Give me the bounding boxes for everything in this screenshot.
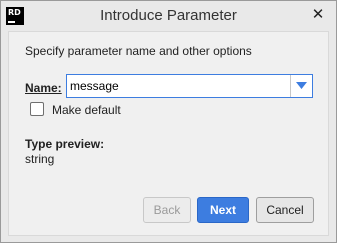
cancel-button[interactable]: Cancel <box>256 197 314 223</box>
name-label: Name: <box>25 81 62 95</box>
title-bar[interactable]: RD Introduce Parameter ✕ <box>1 1 336 31</box>
dialog-content: Specify parameter name and other options… <box>8 31 329 236</box>
type-preview-value: string <box>25 152 55 166</box>
next-button[interactable]: Next <box>197 197 249 223</box>
make-default-label[interactable]: Make default <box>52 103 121 117</box>
make-default-checkbox[interactable] <box>30 102 44 116</box>
chevron-down-icon <box>296 82 307 89</box>
name-label-text: Name: <box>25 81 62 95</box>
name-input[interactable] <box>67 75 289 97</box>
dialog-prompt: Specify parameter name and other options <box>25 44 252 58</box>
window-title: Introduce Parameter <box>100 7 237 24</box>
dialog-window: RD Introduce Parameter ✕ Specify paramet… <box>0 0 337 243</box>
name-combobox[interactable] <box>66 74 313 98</box>
close-icon[interactable]: ✕ <box>304 4 332 26</box>
back-button[interactable]: Back <box>143 197 191 223</box>
type-preview-heading: Type preview: <box>25 137 105 151</box>
dropdown-button[interactable] <box>290 75 312 97</box>
